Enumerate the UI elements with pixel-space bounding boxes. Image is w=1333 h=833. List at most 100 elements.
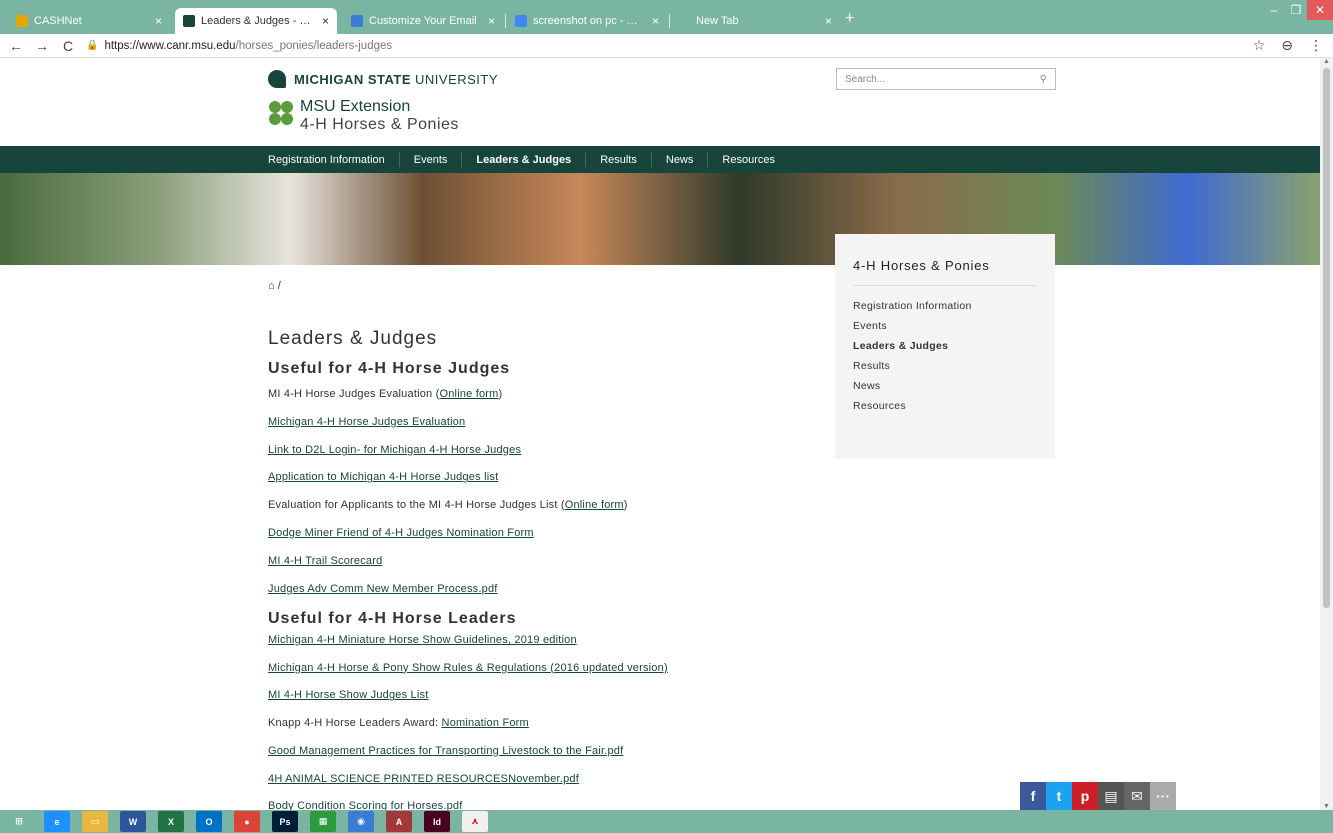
windows-taskbar: ⊞ e ▭ W X O ● Ps ▦ ◉ A Id ⋏ bbox=[0, 810, 1333, 833]
address-bar-row: ← → C 🔒 https://www.canr.msu.edu/horses_… bbox=[0, 34, 1333, 58]
extension-title: MSU Extension bbox=[300, 98, 411, 115]
word-icon[interactable]: W bbox=[120, 811, 146, 832]
resource-line: MI 4-H Trail Scorecard bbox=[268, 555, 382, 567]
sidebar-title: 4-H Horses & Ponies bbox=[853, 258, 1037, 286]
extension-logo[interactable]: MSU Extension 4-H Horses & Ponies bbox=[268, 98, 459, 134]
tab-close-icon[interactable]: × bbox=[155, 14, 162, 28]
page-scrollbar[interactable]: ▲ ▼ bbox=[1320, 58, 1333, 810]
bookmark-star-icon[interactable]: ☆ bbox=[1253, 37, 1266, 54]
forward-button[interactable]: → bbox=[32, 38, 52, 54]
browser-menu-icon[interactable]: ⋮ bbox=[1309, 37, 1323, 54]
sidebar-item[interactable]: Events bbox=[853, 316, 1037, 336]
tab-close-icon[interactable]: × bbox=[652, 14, 659, 28]
tab-close-icon[interactable]: × bbox=[825, 14, 832, 28]
breadcrumb: ⌂ / bbox=[268, 280, 281, 292]
browser-tab[interactable]: screenshot on pc - Google Searc × bbox=[507, 8, 667, 34]
resource-link[interactable]: Body Condition Scoring for Horses.pdf bbox=[268, 800, 463, 810]
email-icon[interactable]: ✉ bbox=[1124, 782, 1150, 810]
resource-link[interactable]: Application to Michigan 4-H Horse Judges… bbox=[268, 471, 498, 483]
sidebar-item[interactable]: News bbox=[853, 376, 1037, 396]
resource-link[interactable]: Link to D2L Login- for Michigan 4-H Hors… bbox=[268, 444, 521, 456]
access-icon[interactable]: A bbox=[386, 811, 412, 832]
nav-item[interactable]: Resources bbox=[708, 152, 789, 167]
resource-link[interactable]: Good Management Practices for Transporti… bbox=[268, 745, 623, 757]
scroll-down-icon[interactable]: ▼ bbox=[1323, 803, 1330, 810]
tab-close-icon[interactable]: × bbox=[322, 14, 329, 28]
profile-icon[interactable]: ⊖ bbox=[1281, 37, 1293, 54]
pinterest-icon[interactable]: p bbox=[1072, 782, 1098, 810]
reload-button[interactable]: C bbox=[58, 38, 78, 54]
sidebar-item[interactable]: Results bbox=[853, 356, 1037, 376]
tab-close-icon[interactable]: × bbox=[488, 14, 495, 28]
browser-tab[interactable]: Customize Your Email × bbox=[343, 8, 503, 34]
sidebar-item[interactable]: Registration Information bbox=[853, 296, 1037, 316]
resource-line: Dodge Miner Friend of 4-H Judges Nominat… bbox=[268, 527, 534, 539]
cortana-icon[interactable]: ◉ bbox=[348, 811, 374, 832]
chrome-icon[interactable]: ● bbox=[234, 811, 260, 832]
nav-item[interactable]: Leaders & Judges bbox=[462, 152, 587, 167]
window-close-button[interactable]: ✕ bbox=[1307, 0, 1333, 20]
calculator-icon[interactable]: ▦ bbox=[310, 811, 336, 832]
facebook-icon[interactable]: f bbox=[1020, 782, 1046, 810]
line-text: MI 4-H Horse Judges Evaluation ( bbox=[268, 388, 440, 400]
section-heading-judges: Useful for 4-H Horse Judges bbox=[268, 360, 511, 377]
tab-favicon-icon bbox=[515, 15, 527, 27]
resource-link[interactable]: MI 4-H Horse Show Judges List bbox=[268, 689, 428, 701]
file-explorer-icon[interactable]: ▭ bbox=[82, 811, 108, 832]
nav-item[interactable]: Registration Information bbox=[268, 152, 400, 167]
resource-link[interactable]: 4H ANIMAL SCIENCE PRINTED RESOURCESNovem… bbox=[268, 773, 579, 785]
main-navigation: Registration Information Events Leaders & … bbox=[0, 146, 1320, 173]
sidebar-item[interactable]: Leaders & Judges bbox=[853, 336, 1037, 356]
resource-link[interactable]: MI 4-H Trail Scorecard bbox=[268, 555, 382, 567]
photoshop-icon[interactable]: Ps bbox=[272, 811, 298, 832]
acrobat-icon[interactable]: ⋏ bbox=[462, 811, 488, 832]
nav-item[interactable]: News bbox=[652, 152, 709, 167]
resource-link[interactable]: Online form bbox=[565, 499, 624, 511]
msu-logo[interactable]: MICHIGAN STATE UNIVERSITY bbox=[268, 70, 498, 88]
tab-title: Leaders & Judges - 4-H Horses & bbox=[201, 15, 316, 27]
scrollbar-thumb[interactable] bbox=[1323, 68, 1330, 608]
resource-line: Application to Michigan 4-H Horse Judges… bbox=[268, 471, 498, 483]
new-tab-button[interactable]: + bbox=[845, 10, 854, 28]
home-icon[interactable]: ⌂ bbox=[268, 280, 275, 292]
window-controls: – ❐ ✕ bbox=[1263, 0, 1333, 22]
excel-icon[interactable]: X bbox=[158, 811, 184, 832]
minimize-button[interactable]: – bbox=[1263, 0, 1285, 20]
resource-line: Judges Adv Comm New Member Process.pdf bbox=[268, 583, 498, 595]
back-button[interactable]: ← bbox=[6, 38, 26, 54]
resource-link[interactable]: Michigan 4-H Horse & Pony Show Rules & R… bbox=[268, 662, 668, 674]
line-text: Evaluation for Applicants to the MI 4-H … bbox=[268, 499, 565, 512]
resource-line: MI 4-H Horse Judges Evaluation (Online f… bbox=[268, 388, 502, 400]
resource-link[interactable]: Online form bbox=[439, 388, 498, 400]
page-title: Leaders & Judges bbox=[268, 328, 438, 349]
resource-link[interactable]: Michigan 4-H Horse Judges Evaluation bbox=[268, 416, 465, 428]
outlook-icon[interactable]: O bbox=[196, 811, 222, 832]
browser-tab[interactable]: CASHNet × bbox=[8, 8, 170, 34]
nav-item[interactable]: Events bbox=[400, 152, 463, 167]
url-field[interactable]: 🔒 https://www.canr.msu.edu/horses_ponies… bbox=[86, 40, 392, 52]
search-input[interactable]: Search... ⚲ bbox=[836, 68, 1056, 90]
print-icon[interactable]: ▤ bbox=[1098, 782, 1124, 810]
browser-tab[interactable]: Leaders & Judges - 4-H Horses & × bbox=[175, 8, 337, 34]
sidebar-item[interactable]: Resources bbox=[853, 396, 1037, 416]
restore-button[interactable]: ❐ bbox=[1285, 0, 1307, 20]
resource-line: MI 4-H Horse Show Judges List bbox=[268, 689, 428, 701]
search-placeholder: Search... bbox=[845, 73, 886, 85]
resource-line: Evaluation for Applicants to the MI 4-H … bbox=[268, 499, 628, 511]
internet-explorer-icon[interactable]: e bbox=[44, 811, 70, 832]
tab-separator bbox=[505, 14, 506, 28]
resource-link[interactable]: Michigan 4-H Miniature Horse Show Guidel… bbox=[268, 634, 577, 646]
four-h-clover-icon bbox=[268, 100, 294, 126]
browser-tab[interactable]: New Tab × bbox=[670, 8, 840, 34]
resource-link[interactable]: Nomination Form bbox=[442, 717, 529, 729]
twitter-icon[interactable]: t bbox=[1046, 782, 1072, 810]
nav-item[interactable]: Results bbox=[586, 152, 652, 167]
more-icon[interactable]: ··· bbox=[1150, 782, 1176, 810]
resource-line: Link to D2L Login- for Michigan 4-H Hors… bbox=[268, 444, 521, 456]
resource-link[interactable]: Judges Adv Comm New Member Process.pdf bbox=[268, 583, 498, 595]
windows-start-icon[interactable]: ⊞ bbox=[6, 811, 32, 832]
indesign-icon[interactable]: Id bbox=[424, 811, 450, 832]
resource-link[interactable]: Dodge Miner Friend of 4-H Judges Nominat… bbox=[268, 527, 534, 539]
search-icon[interactable]: ⚲ bbox=[1040, 74, 1047, 85]
scroll-up-icon[interactable]: ▲ bbox=[1323, 58, 1330, 65]
